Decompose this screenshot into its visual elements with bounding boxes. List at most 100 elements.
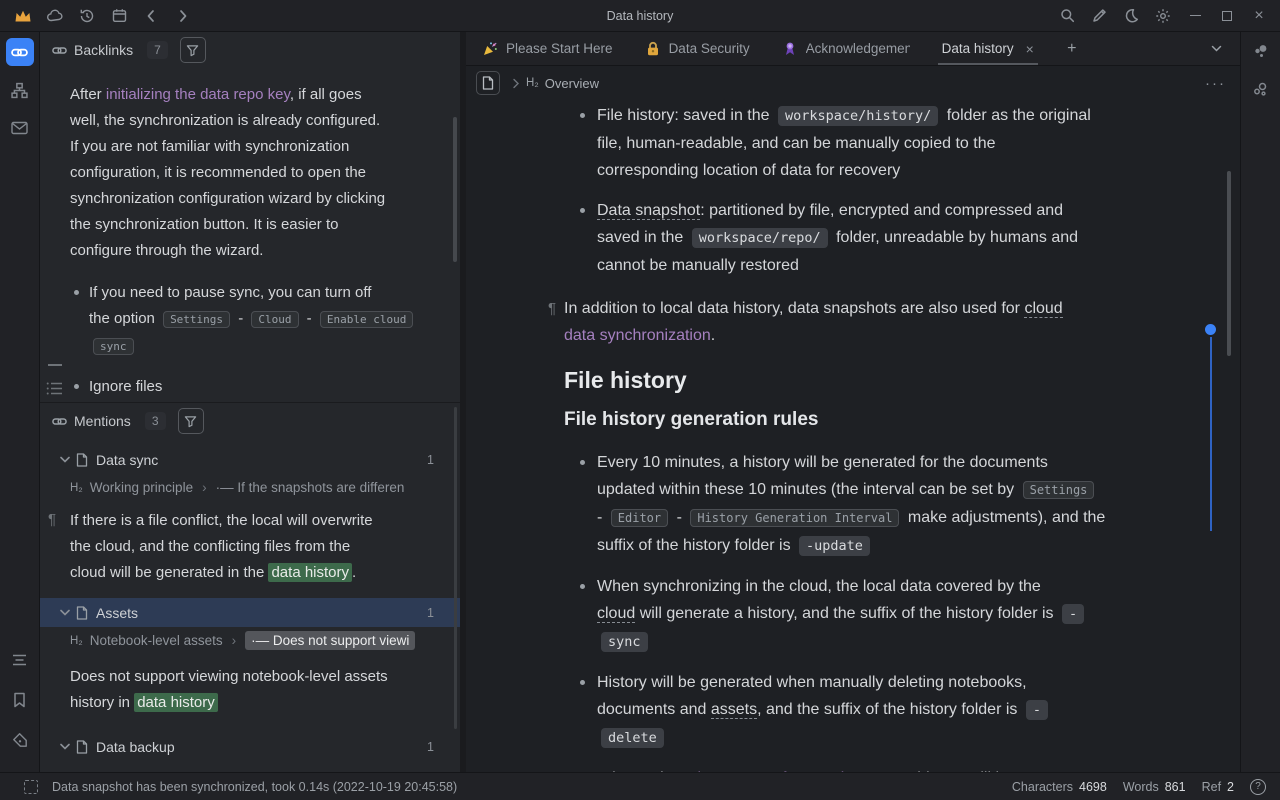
inline-text: When using — [597, 770, 686, 772]
mentions-doc-data-sync[interactable]: Data sync 1 — [40, 445, 460, 474]
left-dock — [0, 32, 40, 772]
mentions-snippet-paragraph[interactable]: Does not support viewing notebook-level … — [40, 654, 460, 728]
block-ref[interactable]: Data snapshot — [597, 202, 700, 220]
outline-dock-icon[interactable] — [6, 646, 34, 674]
backlinks-scrollbar[interactable] — [453, 117, 457, 262]
forward-icon[interactable] — [170, 4, 196, 28]
link-icon — [52, 414, 67, 429]
mentions-filter-button[interactable] — [178, 408, 204, 434]
chevron-down-icon[interactable] — [60, 456, 70, 463]
statusbar: Data snapshot has been synchronized, too… — [0, 772, 1280, 800]
chevron-right-icon — [512, 78, 520, 89]
inline-code: sync — [601, 632, 648, 652]
tab-please-start-here[interactable]: Please Start Here — [466, 32, 629, 65]
mentions-crumb-working-principle[interactable]: H₂ Working principle › ·— If the snapsho… — [40, 474, 460, 501]
chevron-down-icon[interactable] — [60, 743, 70, 750]
inline-text: the synchronization button. It is easier… — [70, 216, 338, 233]
inline-text: synchronization configuration wizard by … — [70, 190, 385, 207]
search-icon[interactable] — [1054, 4, 1080, 28]
status-square-icon[interactable] — [24, 780, 38, 794]
tab-lock-icon — [645, 41, 661, 57]
edit-icon[interactable] — [1086, 4, 1112, 28]
minimize-icon[interactable] — [1182, 4, 1208, 28]
words-label: Words — [1123, 780, 1159, 794]
status-message: Data snapshot has been synchronized, too… — [52, 780, 457, 794]
graph-dock-icon[interactable] — [6, 76, 34, 104]
new-tab-button[interactable]: + — [1050, 32, 1094, 65]
global-graph-icon[interactable] — [1247, 76, 1275, 104]
backlinks-bullet-pause-sync[interactable]: If you need to pause sync, you can turn … — [70, 280, 442, 360]
maximize-icon[interactable] — [1214, 4, 1240, 28]
heading-level-label: H₂ — [526, 77, 539, 89]
inline-text: , and the suffix of the history folder i… — [757, 701, 1022, 718]
block-ref[interactable]: cloud — [597, 605, 635, 623]
cloud-icon[interactable] — [42, 4, 68, 28]
backlinks-bullet-ignore-files[interactable]: Ignore files — [70, 374, 442, 400]
mentions-scrollbar[interactable] — [454, 407, 457, 729]
tabbar: Please Start Here Data Security Acknowle… — [466, 32, 1240, 66]
tab-close-icon[interactable]: × — [1026, 41, 1034, 57]
inline-link[interactable]: initializing the data repo key — [106, 86, 290, 103]
calendar-icon[interactable] — [106, 4, 132, 28]
bullet-cleanup-assets[interactable]: When using Cleanup unreferenced assets, … — [580, 765, 1240, 772]
theme-icon[interactable] — [1118, 4, 1144, 28]
tab-data-history[interactable]: Data history × — [926, 32, 1050, 65]
heading-file-history[interactable]: File history — [564, 367, 1240, 394]
collapse-dash-icon[interactable] — [48, 364, 62, 366]
inline-text: : partitioned by file, encrypted and com… — [700, 202, 1063, 219]
heading-level-label: H₂ — [70, 482, 83, 494]
bullet-dot — [580, 584, 585, 589]
graph-view-icon[interactable] — [1247, 38, 1275, 66]
inline-text: When synchronizing in the cloud, the loc… — [597, 578, 1041, 595]
mentions-title: Mentions — [74, 413, 131, 429]
chevron-down-icon[interactable] — [60, 609, 70, 616]
list-block-icon[interactable] — [46, 381, 63, 396]
tab-list-chevron-icon[interactable] — [1192, 32, 1240, 65]
editor[interactable]: H₂ Overview ··· File history: saved in t… — [466, 66, 1240, 772]
backlinks-filter-button[interactable] — [180, 37, 206, 63]
editor-scrollbar[interactable] — [1227, 171, 1231, 356]
doc-count: 1 — [427, 606, 434, 620]
bookmark-dock-icon[interactable] — [6, 686, 34, 714]
mentions-snippet-paragraph[interactable]: ¶ If there is a file conflict, the local… — [40, 501, 460, 598]
bullet-file-history[interactable]: File history: saved in the workspace/his… — [580, 102, 1240, 184]
back-icon[interactable] — [138, 4, 164, 28]
inline-text: - — [672, 509, 686, 526]
crown-logo-icon[interactable] — [10, 4, 36, 28]
history-icon[interactable] — [74, 4, 100, 28]
inline-text: file, human-readable, and can be manuall… — [597, 135, 995, 152]
inline-link[interactable]: data synchronization — [564, 327, 711, 344]
tab-data-security[interactable]: Data Security — [629, 32, 766, 65]
ref-label: Ref — [1202, 780, 1221, 794]
backlinks-dock-icon[interactable] — [6, 38, 34, 66]
bullet-every-10-minutes[interactable]: Every 10 minutes, a history will be gene… — [580, 449, 1240, 560]
block-ref[interactable]: assets — [711, 701, 757, 719]
bullet-delete-history[interactable]: History will be generated when manually … — [580, 669, 1240, 752]
block-ref[interactable]: cloud — [1024, 300, 1062, 318]
inline-text: corresponding location of data for recov… — [597, 162, 900, 179]
tab-acknowledgements[interactable]: Acknowledgemen — [766, 32, 926, 65]
paragraph-cloud-sync[interactable]: ¶ In addition to local data history, dat… — [564, 295, 1124, 349]
mentions-doc-data-backup[interactable]: Data backup 1 — [40, 732, 460, 761]
doc-icon — [76, 453, 88, 467]
settings-icon[interactable] — [1150, 4, 1176, 28]
inline-kbd: Editor — [611, 509, 668, 527]
inline-link[interactable]: Cleanup unreferenced assets — [686, 770, 895, 772]
mentions-crumb-notebook-level-assets[interactable]: H₂ Notebook-level assets › ·— Does not s… — [40, 627, 460, 654]
more-icon[interactable]: ··· — [1205, 75, 1226, 92]
heading-generation-rules[interactable]: File history generation rules — [564, 406, 1240, 433]
inline-kbd: Enable cloud — [320, 311, 413, 328]
words-value: 861 — [1165, 780, 1186, 794]
tag-dock-icon[interactable] — [6, 726, 34, 754]
backlinks-paragraph[interactable]: After initializing the data repo key, if… — [70, 82, 455, 264]
mentions-doc-assets[interactable]: Assets 1 — [40, 598, 460, 627]
backlinks-count-badge: 7 — [147, 41, 168, 59]
doc-icon[interactable] — [476, 71, 500, 95]
bullet-data-snapshot[interactable]: Data snapshot: partitioned by file, encr… — [580, 197, 1240, 279]
inbox-dock-icon[interactable] — [6, 114, 34, 142]
inline-mark: data history — [134, 693, 218, 712]
breadcrumb-heading[interactable]: Overview — [545, 76, 599, 91]
help-icon[interactable]: ? — [1250, 779, 1266, 795]
close-icon[interactable]: × — [1246, 4, 1272, 28]
bullet-sync-history[interactable]: When synchronizing in the cloud, the loc… — [580, 573, 1240, 656]
